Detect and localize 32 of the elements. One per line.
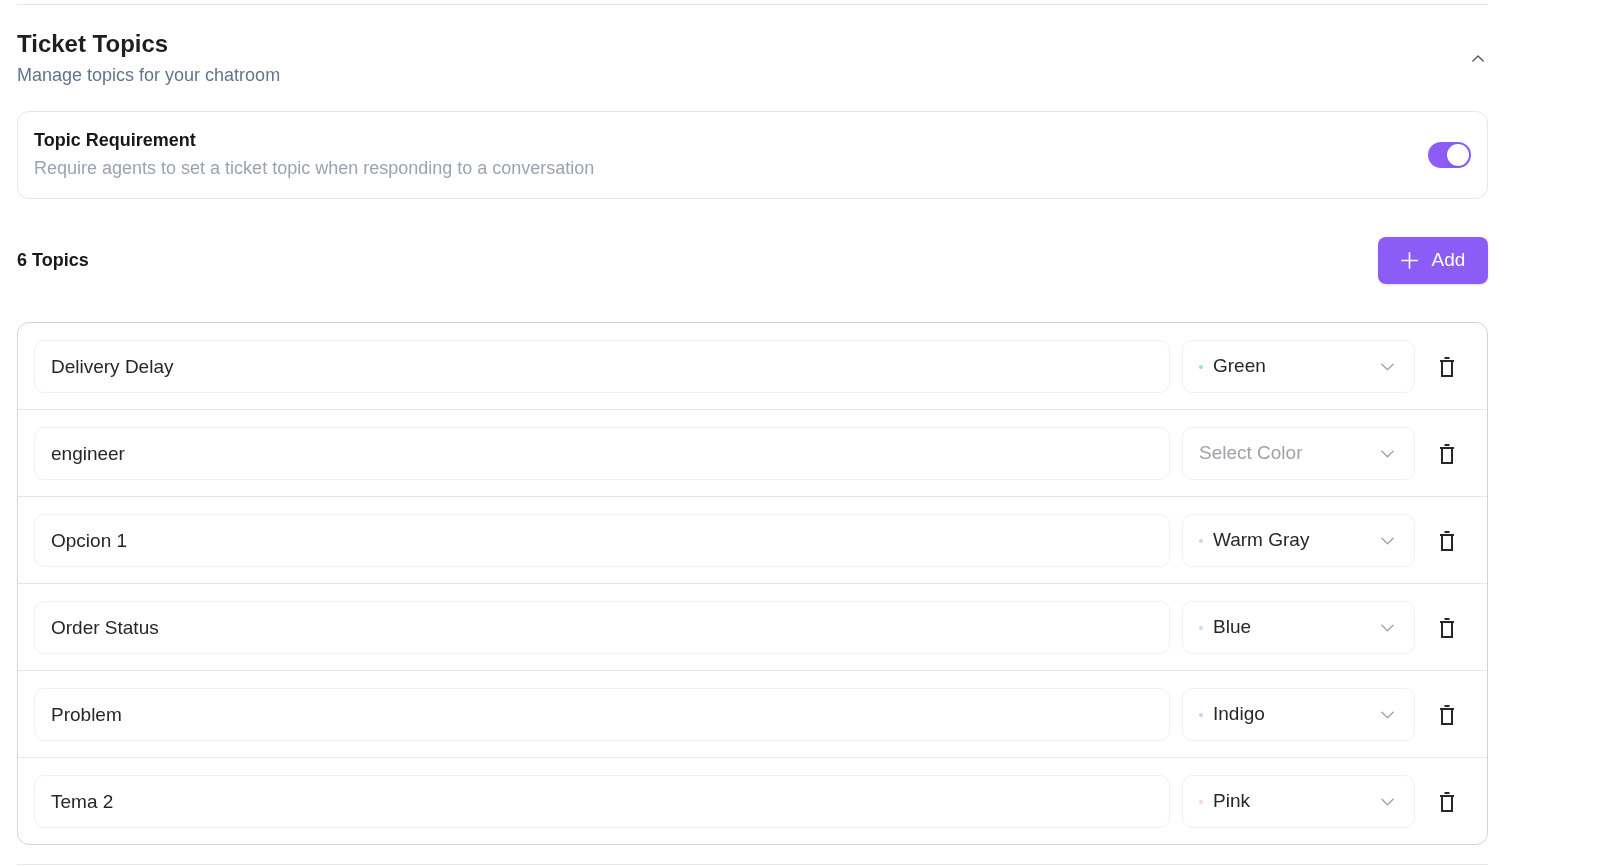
trash-icon — [1440, 443, 1454, 464]
topic-name-field[interactable]: Order Status — [34, 601, 1170, 654]
topic-name-field[interactable]: engineer — [34, 427, 1170, 480]
trash-icon — [1440, 617, 1454, 638]
chevron-down-icon — [1381, 536, 1394, 545]
topic-name-field[interactable]: Problem — [34, 688, 1170, 741]
toggle-switch[interactable] — [1428, 142, 1471, 168]
color-select[interactable]: Blue — [1182, 601, 1415, 654]
topics-count: 6 Topics — [17, 249, 89, 272]
color-select[interactable]: Indigo — [1182, 688, 1415, 741]
plus-icon — [1400, 252, 1418, 269]
chevron-down-icon — [1381, 362, 1394, 371]
trash-icon — [1440, 356, 1454, 377]
topic-name-field[interactable]: Opcion 1 — [34, 514, 1170, 567]
color-select[interactable]: Green — [1182, 340, 1415, 393]
setting-description: Require agents to set a ticket topic when responding to a conversation — [34, 157, 595, 180]
topic-name-field[interactable]: Delivery Delay — [34, 340, 1170, 393]
color-select[interactable]: Pink — [1182, 775, 1415, 828]
chevron-down-icon — [1381, 797, 1394, 806]
color-select[interactable]: Warm Gray — [1182, 514, 1415, 567]
add-button[interactable]: Add — [1378, 237, 1488, 284]
chevron-down-icon — [1381, 623, 1394, 632]
chevron-down-icon — [1381, 710, 1394, 719]
section-subtitle: Manage topics for your chatroom — [17, 64, 281, 87]
setting-title: Topic Requirement — [34, 129, 197, 151]
section-title: Ticket Topics — [17, 29, 170, 59]
chevron-down-icon — [1381, 449, 1394, 458]
trash-icon — [1440, 704, 1454, 725]
trash-icon — [1440, 791, 1454, 812]
topic-name-field[interactable]: Tema 2 — [34, 775, 1170, 828]
chevron-up-icon — [1472, 55, 1484, 62]
trash-icon — [1440, 530, 1454, 551]
